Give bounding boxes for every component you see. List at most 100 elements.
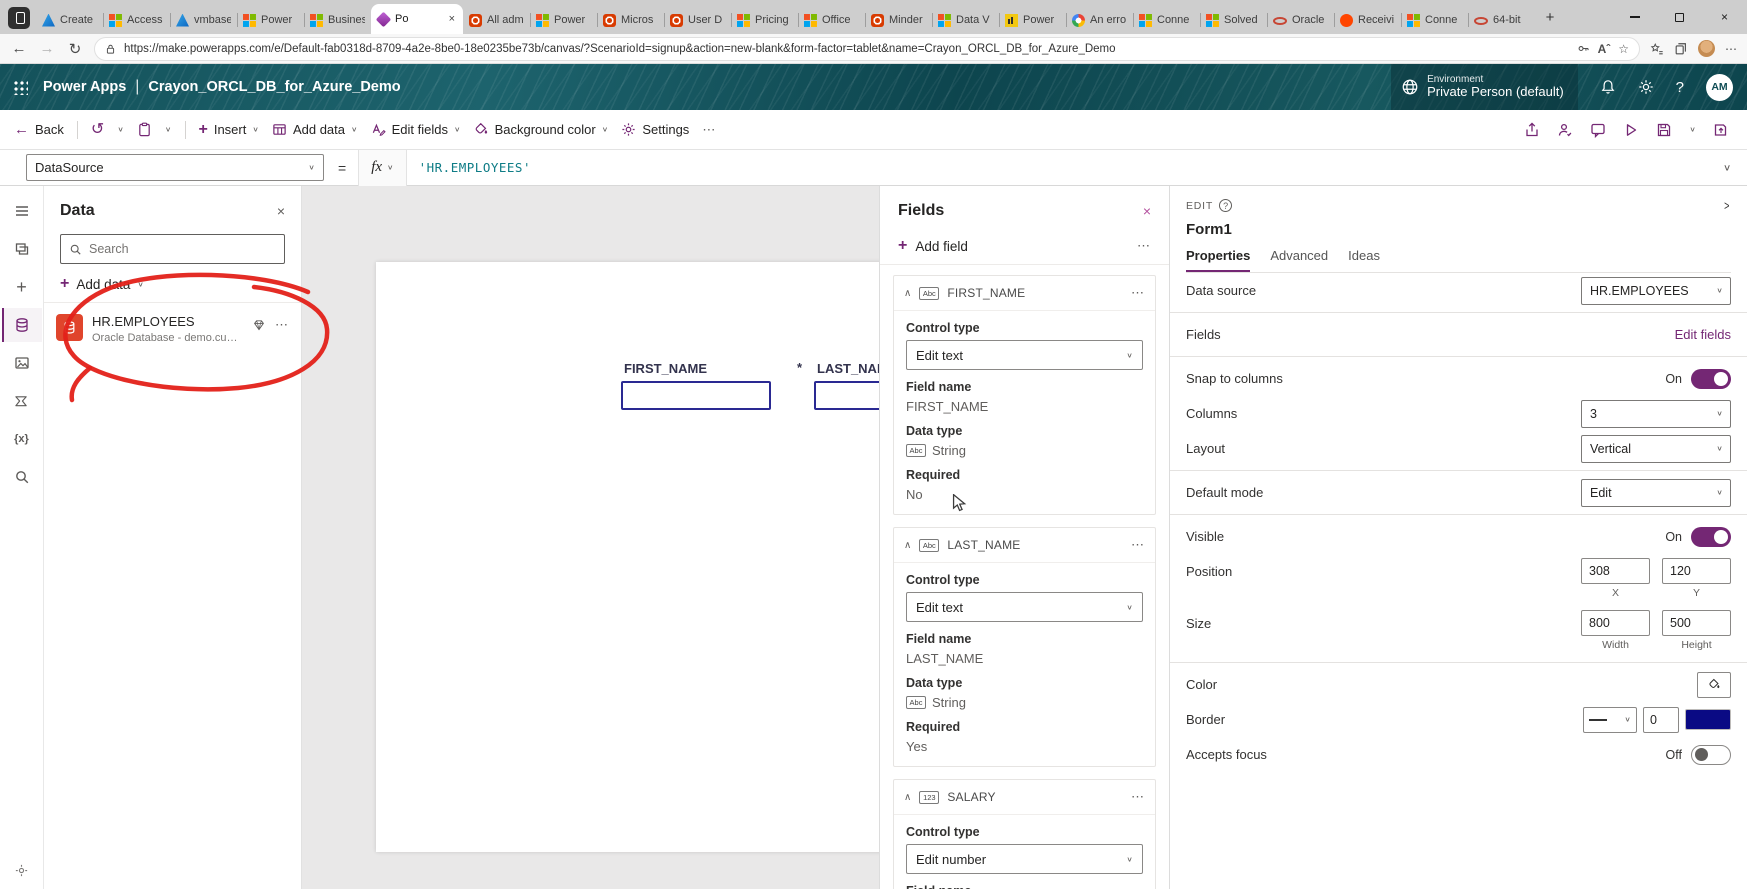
browser-tab[interactable]: Power bbox=[999, 6, 1066, 34]
browser-tab[interactable]: Conne bbox=[1401, 6, 1468, 34]
fx-selector[interactable]: fx ∨ bbox=[358, 149, 407, 186]
data-search-input[interactable] bbox=[89, 242, 276, 256]
forward-nav-icon[interactable]: → bbox=[38, 40, 56, 57]
paste-menu-chevron[interactable]: ∨ bbox=[165, 125, 172, 134]
control-type-select[interactable]: Edit text ∨ bbox=[906, 340, 1143, 370]
field-card-menu-icon[interactable]: ⋯ bbox=[1131, 537, 1145, 553]
settings-button[interactable]: Settings bbox=[621, 122, 689, 137]
browser-tab[interactable]: Receivi bbox=[1334, 6, 1401, 34]
tab-actions-icon[interactable] bbox=[8, 7, 30, 29]
browser-tab[interactable]: Office bbox=[798, 6, 865, 34]
size-height-input[interactable]: 500 bbox=[1662, 610, 1731, 636]
border-style-select[interactable]: ∨ bbox=[1583, 706, 1637, 733]
password-key-icon[interactable] bbox=[1577, 42, 1590, 55]
back-nav-icon[interactable]: ← bbox=[10, 40, 28, 57]
browser-tab[interactable]: All adm bbox=[463, 6, 530, 34]
tab-properties[interactable]: Properties bbox=[1186, 248, 1251, 272]
background-color-button[interactable]: Background color ∨ bbox=[474, 122, 608, 137]
favorites-hub-icon[interactable] bbox=[1650, 42, 1664, 56]
edit-fields-button[interactable]: Edit fields ∨ bbox=[371, 122, 461, 137]
undo-button[interactable]: ↺ bbox=[91, 121, 104, 138]
browser-tab[interactable]: Pricing bbox=[731, 6, 798, 34]
control-type-select[interactable]: Edit number ∨ bbox=[906, 844, 1143, 874]
browser-profile-avatar[interactable] bbox=[1698, 40, 1715, 57]
preview-play-icon[interactable] bbox=[1623, 122, 1639, 138]
advanced-tools-icon[interactable] bbox=[2, 853, 42, 887]
browser-tab[interactable]: Minder bbox=[865, 6, 932, 34]
add-data-button[interactable]: Add data ∨ bbox=[272, 122, 358, 137]
collapse-chevron-icon[interactable]: ∧ bbox=[904, 792, 911, 803]
variables-icon[interactable]: {x} bbox=[2, 422, 42, 456]
save-options-chevron[interactable]: ∨ bbox=[1689, 125, 1696, 134]
waffle-icon[interactable] bbox=[13, 79, 28, 95]
browser-tab[interactable]: Conne bbox=[1133, 6, 1200, 34]
accepts-focus-toggle[interactable] bbox=[1691, 744, 1731, 765]
formula-expand-chevron[interactable]: ∨ bbox=[1723, 162, 1731, 173]
browser-tab[interactable]: Busines bbox=[304, 6, 371, 34]
snap-to-columns-toggle[interactable] bbox=[1691, 368, 1731, 389]
publish-icon[interactable] bbox=[1713, 122, 1729, 138]
toolbar-overflow-icon[interactable]: ⋯ bbox=[702, 122, 716, 138]
color-picker-button[interactable] bbox=[1697, 671, 1731, 698]
minimize-button[interactable] bbox=[1612, 0, 1657, 34]
field-card-header[interactable]: ∧ 123 SALARY ⋯ bbox=[894, 780, 1155, 815]
coauthor-icon[interactable] bbox=[1557, 122, 1573, 138]
add-favorite-icon[interactable]: ☆ bbox=[1618, 42, 1629, 56]
read-aloud-icon[interactable]: Aˆ bbox=[1598, 42, 1611, 56]
data-panel-close-icon[interactable]: × bbox=[277, 203, 285, 219]
tab-close-icon[interactable]: × bbox=[447, 13, 457, 25]
border-width-input[interactable]: 0 bbox=[1643, 706, 1679, 733]
user-avatar[interactable]: AM bbox=[1706, 73, 1733, 101]
browser-tab[interactable]: 64-bit bbox=[1468, 6, 1535, 34]
collapse-chevron-icon[interactable]: ∧ bbox=[904, 288, 911, 299]
browser-tab[interactable]: User D bbox=[664, 6, 731, 34]
url-text[interactable]: https://make.powerapps.com/e/Default-fab… bbox=[124, 43, 1569, 55]
browser-menu-icon[interactable]: ⋯ bbox=[1725, 42, 1737, 56]
media-icon[interactable] bbox=[2, 346, 42, 380]
columns-select[interactable]: 3 ∨ bbox=[1581, 399, 1731, 428]
restore-button[interactable] bbox=[1657, 0, 1702, 34]
insert-icon[interactable]: + bbox=[2, 270, 42, 304]
property-selector[interactable]: DataSource ∨ bbox=[26, 154, 324, 181]
brand-name[interactable]: Power Apps bbox=[43, 79, 126, 95]
notifications-bell-icon[interactable] bbox=[1600, 79, 1616, 95]
datasource-menu-icon[interactable]: ⋯ bbox=[275, 317, 289, 333]
power-automate-icon[interactable] bbox=[2, 384, 42, 418]
visible-toggle[interactable] bbox=[1691, 526, 1731, 547]
browser-tab[interactable]: Po × bbox=[371, 4, 463, 34]
position-y-input[interactable]: 120 bbox=[1662, 558, 1731, 584]
save-icon[interactable] bbox=[1656, 122, 1672, 138]
size-width-input[interactable]: 800 bbox=[1581, 610, 1650, 636]
data-source-select[interactable]: HR.EMPLOYEES ∨ bbox=[1581, 276, 1731, 305]
insert-button[interactable]: + Insert ∨ bbox=[199, 121, 259, 138]
browser-tab[interactable]: Data V bbox=[932, 6, 999, 34]
browser-tab[interactable]: Power bbox=[530, 6, 597, 34]
fields-panel-close-icon[interactable]: × bbox=[1143, 203, 1151, 219]
control-type-select[interactable]: Edit text ∨ bbox=[906, 592, 1143, 622]
share-icon[interactable] bbox=[1524, 121, 1540, 138]
expand-panel-chevron-icon[interactable]: > bbox=[1725, 198, 1730, 213]
refresh-icon[interactable]: ↻ bbox=[66, 40, 84, 58]
edit-fields-link[interactable]: Edit fields bbox=[1675, 327, 1731, 342]
fields-panel-overflow-icon[interactable]: ⋯ bbox=[1137, 238, 1151, 254]
collapse-chevron-icon[interactable]: ∧ bbox=[904, 540, 911, 551]
browser-tab[interactable]: Oracle bbox=[1267, 6, 1334, 34]
field-card-menu-icon[interactable]: ⋯ bbox=[1131, 789, 1145, 805]
browser-tab[interactable]: An erro bbox=[1066, 6, 1133, 34]
help-icon[interactable]: ? bbox=[1676, 79, 1684, 96]
close-window-button[interactable]: × bbox=[1702, 0, 1747, 34]
add-data-panel-button[interactable]: + Add data ∨ bbox=[60, 276, 285, 292]
first-name-input[interactable] bbox=[621, 381, 771, 410]
back-button[interactable]: ← Back bbox=[14, 121, 64, 138]
data-search-box[interactable] bbox=[60, 234, 285, 264]
environment-picker[interactable]: Environment Private Person (default) bbox=[1391, 64, 1578, 110]
field-card-menu-icon[interactable]: ⋯ bbox=[1131, 285, 1145, 301]
comments-icon[interactable] bbox=[1590, 122, 1606, 138]
datasource-list-item[interactable]: HR.EMPLOYEES Oracle Database - demo.cust… bbox=[44, 303, 301, 355]
new-tab-button[interactable]: + bbox=[1537, 4, 1563, 30]
layout-select[interactable]: Vertical ∨ bbox=[1581, 434, 1731, 463]
screens-icon[interactable] bbox=[2, 232, 42, 266]
settings-gear-icon[interactable] bbox=[1638, 79, 1654, 95]
position-x-input[interactable]: 308 bbox=[1581, 558, 1650, 584]
undo-menu-chevron[interactable]: ∨ bbox=[117, 125, 124, 134]
